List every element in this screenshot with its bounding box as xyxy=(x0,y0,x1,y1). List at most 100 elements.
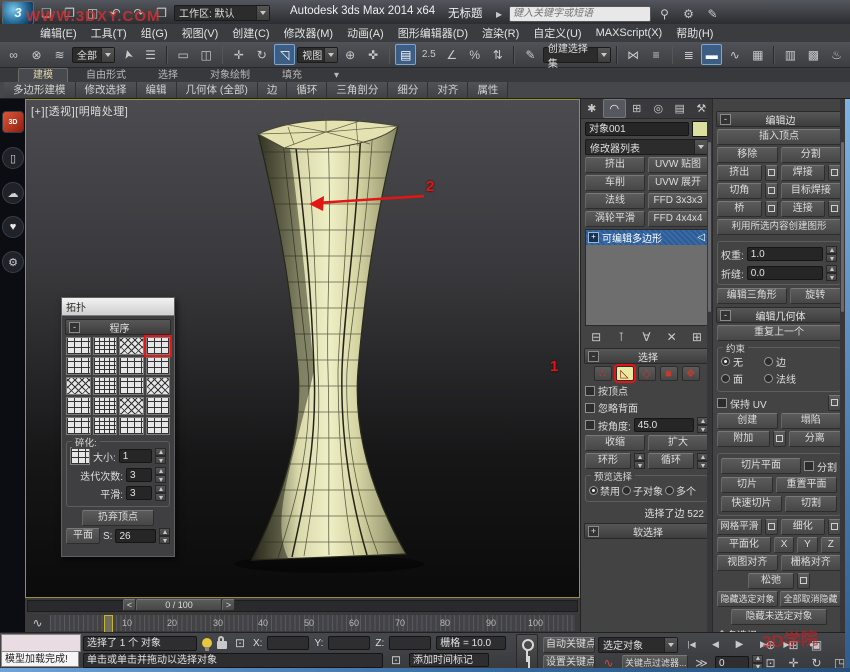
spinner-snap-icon[interactable]: ⇅ xyxy=(487,44,508,65)
target-weld-button[interactable]: 目标焊接 xyxy=(781,183,841,199)
use-pivot-center-icon[interactable]: ⊕ xyxy=(340,44,361,65)
angle-field[interactable]: 45.0 xyxy=(634,418,694,432)
create-shape-button[interactable]: 利用所选内容创建图形 xyxy=(717,219,841,235)
workspace-dropdown[interactable]: 工作区: 默认 xyxy=(174,5,270,21)
hierarchy-tab-icon[interactable]: ⊞ xyxy=(626,99,648,118)
selection-rollout-header[interactable]: - 选择 xyxy=(584,348,709,364)
planar-x-button[interactable]: X xyxy=(774,537,794,553)
slice-plane-button[interactable]: 切片平面 xyxy=(721,458,801,474)
create-tab-icon[interactable]: ✱ xyxy=(581,99,603,118)
attach-settings-icon[interactable] xyxy=(773,431,786,447)
collapse-icon[interactable]: - xyxy=(69,322,80,333)
unhide-all-button[interactable]: 全部取消隐藏 xyxy=(780,591,841,607)
by-angle-checkbox[interactable] xyxy=(585,420,595,430)
ribbon-tab-object-paint[interactable]: 对象绘制 xyxy=(196,69,264,82)
shrink-button[interactable]: 收缩 xyxy=(585,435,645,451)
edit-triangulation-button[interactable]: 编辑三角形 xyxy=(717,288,787,304)
crease-field[interactable]: 0.0 xyxy=(747,266,823,280)
bridge-button[interactable]: 桥 xyxy=(717,201,762,217)
hide-selected-button[interactable]: 隐藏选定对象 xyxy=(717,591,778,607)
cloud-icon[interactable]: ☁ xyxy=(2,182,24,204)
time-configuration-icon[interactable]: ⊡ xyxy=(388,652,404,668)
3dxy-logo-icon[interactable]: 3D xyxy=(2,111,24,133)
pin-stack-icon[interactable]: ⊟ xyxy=(587,328,605,345)
rectangular-selection-region-icon[interactable]: ▭ xyxy=(173,44,194,65)
render-production-icon[interactable]: ♨ xyxy=(826,44,847,65)
tessellate-button[interactable]: 细化 xyxy=(781,519,826,535)
relax-settings-icon[interactable] xyxy=(797,573,810,589)
topology-pattern-button[interactable] xyxy=(146,357,171,375)
topology-pattern-button[interactable] xyxy=(146,417,171,435)
select-object-icon[interactable]: ➤ xyxy=(115,42,141,68)
rendered-frame-window-icon[interactable]: ▩ xyxy=(803,44,824,65)
extrude-settings-icon[interactable] xyxy=(765,165,778,181)
z-coordinate-field[interactable] xyxy=(389,636,431,650)
view-align-button[interactable]: 视图对齐 xyxy=(717,555,778,571)
make-unique-icon[interactable]: ∀ xyxy=(637,328,655,345)
topology-pattern-button[interactable] xyxy=(66,377,91,395)
spinner[interactable] xyxy=(826,246,837,262)
topology-pattern-button[interactable] xyxy=(93,357,118,375)
ribbon-group-align[interactable]: 对齐 xyxy=(428,82,468,98)
create-button[interactable]: 创建 xyxy=(717,413,778,429)
expand-icon[interactable]: + xyxy=(588,232,599,243)
collapse-icon[interactable]: - xyxy=(720,310,731,321)
search-expand-icon[interactable]: ▸ xyxy=(492,3,506,24)
edit-geometry-rollout-header[interactable]: - 编辑几何体 xyxy=(716,307,842,323)
topology-pattern-button[interactable] xyxy=(66,417,91,435)
smooth-field[interactable]: 3 xyxy=(126,486,152,500)
ignore-backfacing-checkbox[interactable] xyxy=(585,403,595,413)
menu-tools[interactable]: 工具(T) xyxy=(91,25,127,41)
show-end-result-icon[interactable]: ⊺ xyxy=(612,328,630,345)
select-by-name-icon[interactable]: ☰ xyxy=(140,44,161,65)
ribbon-tab-freeform[interactable]: 自由形式 xyxy=(72,69,140,82)
spinner[interactable] xyxy=(155,448,166,464)
element-subobject-icon[interactable]: ❖ xyxy=(682,366,700,381)
curve-editor-icon[interactable]: ∿ xyxy=(724,44,745,65)
isolate-selection-icon[interactable] xyxy=(202,638,212,648)
preview-subobj-radio[interactable] xyxy=(622,486,631,495)
uvw-map-button[interactable]: UVW 贴图 xyxy=(648,157,708,173)
select-and-move-icon[interactable]: ✛ xyxy=(228,44,249,65)
time-slider-track[interactable] xyxy=(27,600,578,612)
object-name-field[interactable]: 对象001 xyxy=(585,122,689,136)
hide-unselected-button[interactable]: 隐藏未选定对象 xyxy=(731,609,827,625)
planar-z-button[interactable]: Z xyxy=(821,537,841,553)
ribbon-group-tris[interactable]: 三角剖分 xyxy=(327,82,388,98)
menu-graph-editors[interactable]: 图形编辑器(D) xyxy=(398,25,468,41)
topology-pattern-button[interactable] xyxy=(119,397,144,415)
motion-tab-icon[interactable]: ◎ xyxy=(648,99,670,118)
ribbon-group-polygon-modeling[interactable]: 多边形建模 xyxy=(4,82,76,98)
topology-pattern-button[interactable] xyxy=(146,377,171,395)
mini-curve-editor-icon[interactable]: ∿ xyxy=(28,614,47,632)
search-icon[interactable]: ⚲ xyxy=(654,3,675,24)
meshsmooth-settings-icon[interactable] xyxy=(765,519,778,535)
topology-pattern-button[interactable] xyxy=(93,417,118,435)
menu-animation[interactable]: 动画(A) xyxy=(347,25,384,41)
ribbon-tab-selection[interactable]: 选择 xyxy=(144,69,192,82)
topology-pattern-button[interactable] xyxy=(93,377,118,395)
spinner[interactable] xyxy=(155,467,166,483)
snaps-toggle-icon[interactable]: 2.5 xyxy=(418,44,439,65)
percent-snap-icon[interactable]: % xyxy=(464,44,485,65)
bind-to-spacewarp-icon[interactable]: ≋ xyxy=(49,44,70,65)
unlink-selection-icon[interactable]: ⊗ xyxy=(26,44,47,65)
time-slider-value[interactable]: 0 / 100 xyxy=(136,599,222,611)
menu-edit[interactable]: 编辑(E) xyxy=(40,25,77,41)
document-icon[interactable]: ▯ xyxy=(2,147,24,169)
s-field[interactable]: 26 xyxy=(115,529,156,543)
topology-pattern-button[interactable] xyxy=(119,357,144,375)
cut-button[interactable]: 切割 xyxy=(785,496,837,512)
render-setup-icon[interactable]: ▥ xyxy=(780,44,801,65)
selection-filter-dropdown[interactable]: 全部 xyxy=(72,47,115,63)
unwrap-uvw-button[interactable]: UVW 展开 xyxy=(648,175,708,191)
time-slider-thumb[interactable]: < 0 / 100 > xyxy=(123,599,235,611)
procedural-rollout-header[interactable]: - 程序 xyxy=(65,319,171,335)
keyboard-shortcut-override-icon[interactable]: ▤ xyxy=(395,44,416,65)
heart-icon[interactable]: ♥ xyxy=(2,216,24,238)
menu-maxscript[interactable]: MAXScript(X) xyxy=(596,27,663,39)
spinner[interactable] xyxy=(634,453,645,469)
topology-pattern-button[interactable] xyxy=(66,357,91,375)
help-wrench-icon[interactable]: ⚙ xyxy=(678,3,699,24)
ring-button[interactable]: 环形 xyxy=(585,453,631,469)
